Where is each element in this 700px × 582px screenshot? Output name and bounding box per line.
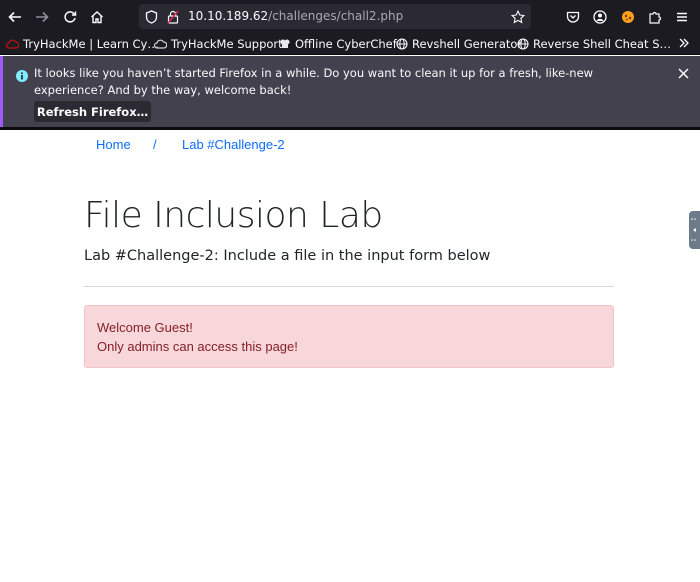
- bookmark-item[interactable]: Offline CyberChef: [278, 36, 397, 52]
- back-icon[interactable]: [4, 6, 26, 28]
- account-icon[interactable]: [589, 6, 611, 28]
- globe-icon: [516, 38, 529, 51]
- reload-icon[interactable]: [59, 6, 81, 28]
- page-title: File Inclusion Lab: [84, 195, 383, 236]
- info-icon: [16, 67, 28, 86]
- menu-icon[interactable]: [671, 6, 693, 28]
- alert-welcome-text: Welcome Guest!: [97, 320, 193, 335]
- forward-icon[interactable]: [31, 6, 53, 28]
- star-icon[interactable]: [510, 9, 525, 24]
- alert-box: Welcome Guest! Only admins can access th…: [84, 305, 614, 368]
- chef-icon: [278, 38, 291, 51]
- extension-icon[interactable]: [617, 6, 639, 28]
- page-subtitle: Lab #Challenge-2: Include a file in the …: [84, 248, 491, 264]
- refresh-firefox-button[interactable]: Refresh Firefox…: [34, 101, 151, 122]
- url-host: 10.10.189.62: [188, 9, 269, 23]
- chrome-divider: [0, 127, 700, 130]
- url-text[interactable]: 10.10.189.62/challenges/chall2.php: [188, 9, 403, 23]
- browser-toolbar: 10.10.189.62/challenges/chall2.php: [0, 0, 700, 33]
- bookmark-label: TryHackMe Support: [171, 37, 283, 51]
- side-panel-tab[interactable]: [689, 211, 700, 249]
- tryhackme-icon: [6, 38, 19, 51]
- extensions-puzzle-icon[interactable]: [644, 6, 666, 28]
- home-icon[interactable]: [86, 6, 108, 28]
- chevron-right-icon[interactable]: [678, 35, 690, 51]
- bookmark-label: Offline CyberChef: [295, 37, 397, 51]
- notification-bar: It looks like you haven’t started Firefo…: [0, 56, 700, 127]
- lock-icon[interactable]: [165, 9, 180, 24]
- alert-access-text: Only admins can access this page!: [97, 339, 298, 354]
- globe-icon: [395, 38, 408, 51]
- breadcrumb-separator: /: [153, 137, 157, 152]
- bookmark-item[interactable]: TryHackMe Support: [154, 36, 283, 52]
- pocket-icon[interactable]: [562, 6, 584, 28]
- close-icon[interactable]: [675, 65, 691, 81]
- notification-message: It looks like you haven’t started Firefo…: [34, 66, 594, 97]
- bookmark-label: TryHackMe | Learn Cy…: [23, 37, 159, 51]
- breadcrumb-home-link[interactable]: Home: [96, 137, 131, 152]
- bookmark-label: Reverse Shell Cheat S…: [533, 37, 671, 51]
- shield-icon[interactable]: [144, 9, 159, 24]
- bookmark-item[interactable]: Reverse Shell Cheat S…: [516, 36, 671, 52]
- url-path: /challenges/chall2.php: [268, 9, 404, 23]
- divider: [84, 286, 614, 287]
- bookmark-item[interactable]: Revshell Generator: [395, 36, 522, 52]
- bookmark-label: Revshell Generator: [412, 37, 523, 51]
- bookmark-item[interactable]: TryHackMe | Learn Cy…: [6, 36, 159, 52]
- bookmarks-bar: TryHackMe | Learn Cy… TryHackMe Support …: [0, 33, 700, 55]
- support-icon: [154, 38, 167, 51]
- url-bar[interactable]: 10.10.189.62/challenges/chall2.php: [139, 4, 531, 29]
- breadcrumb-current-link[interactable]: Lab #Challenge-2: [182, 137, 285, 152]
